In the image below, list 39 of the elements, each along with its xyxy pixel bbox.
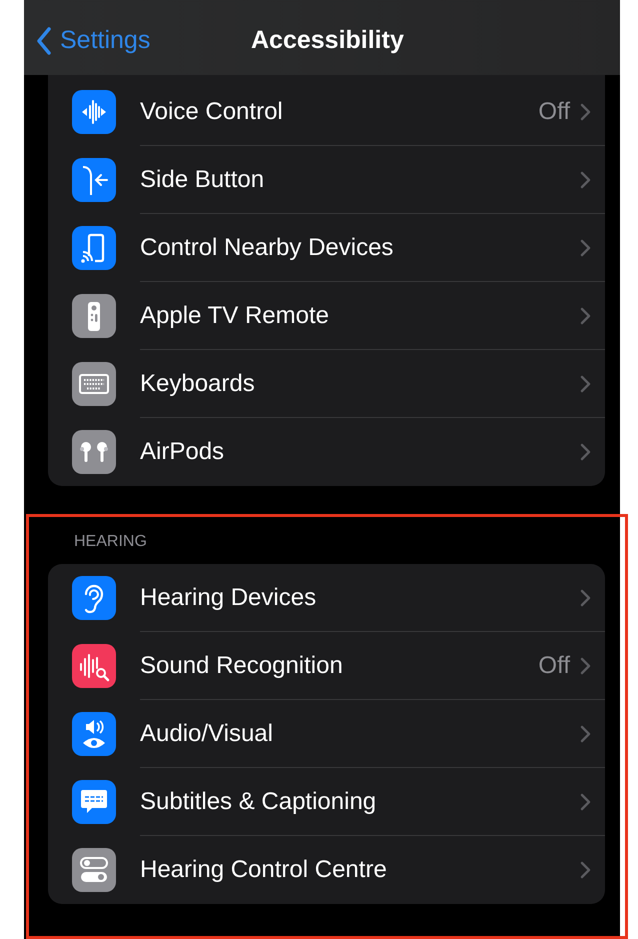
row-label: Subtitles & Captioning	[140, 786, 378, 816]
row-label: Sound Recognition	[140, 650, 344, 680]
chevron-icon	[580, 374, 591, 392]
chevron-icon	[580, 443, 591, 461]
chevron-icon	[580, 170, 591, 188]
settings-row[interactable]: Audio/Visual	[48, 700, 605, 768]
chevron-icon	[36, 26, 52, 55]
row-label: Voice Control	[140, 96, 284, 126]
settings-row[interactable]: Apple TV Remote	[48, 282, 605, 350]
row-value: Off	[538, 96, 570, 126]
page-title: Accessibility	[251, 25, 404, 56]
chevron-icon	[580, 656, 591, 674]
row-label: Apple TV Remote	[140, 300, 330, 330]
section-header: HEARING	[74, 532, 148, 552]
chevron-icon	[580, 238, 591, 256]
settings-row[interactable]: Control Nearby Devices	[48, 214, 605, 282]
row-label: Control Nearby Devices	[140, 232, 394, 262]
chevron-icon	[580, 724, 591, 742]
settings-row[interactable]: Sound Recognition Off	[48, 632, 605, 700]
chevron-icon	[580, 588, 591, 606]
row-label: Side Button	[140, 164, 266, 194]
settings-row[interactable]: Voice Control Off	[48, 78, 605, 146]
settings-row[interactable]: Side Button	[48, 146, 605, 214]
settings-row[interactable]: AirPods	[48, 418, 605, 486]
row-value: Off	[538, 650, 570, 680]
settings-row[interactable]: Subtitles & Captioning	[48, 768, 605, 836]
row-label: Hearing Devices	[140, 582, 318, 612]
row-label: Hearing Control Centre	[140, 855, 388, 885]
row-label: AirPods	[140, 437, 226, 467]
row-label: Audio/Visual	[140, 718, 274, 748]
chevron-icon	[580, 306, 591, 324]
chevron-icon	[580, 102, 591, 120]
back-button[interactable]: Settings	[36, 22, 150, 60]
row-label: Keyboards	[140, 368, 256, 398]
settings-row[interactable]: Hearing Devices	[48, 564, 605, 632]
settings-row[interactable]: Keyboards	[48, 350, 605, 418]
chevron-icon	[580, 861, 591, 879]
settings-row[interactable]: Hearing Control Centre	[48, 836, 605, 904]
chevron-icon	[580, 792, 591, 810]
